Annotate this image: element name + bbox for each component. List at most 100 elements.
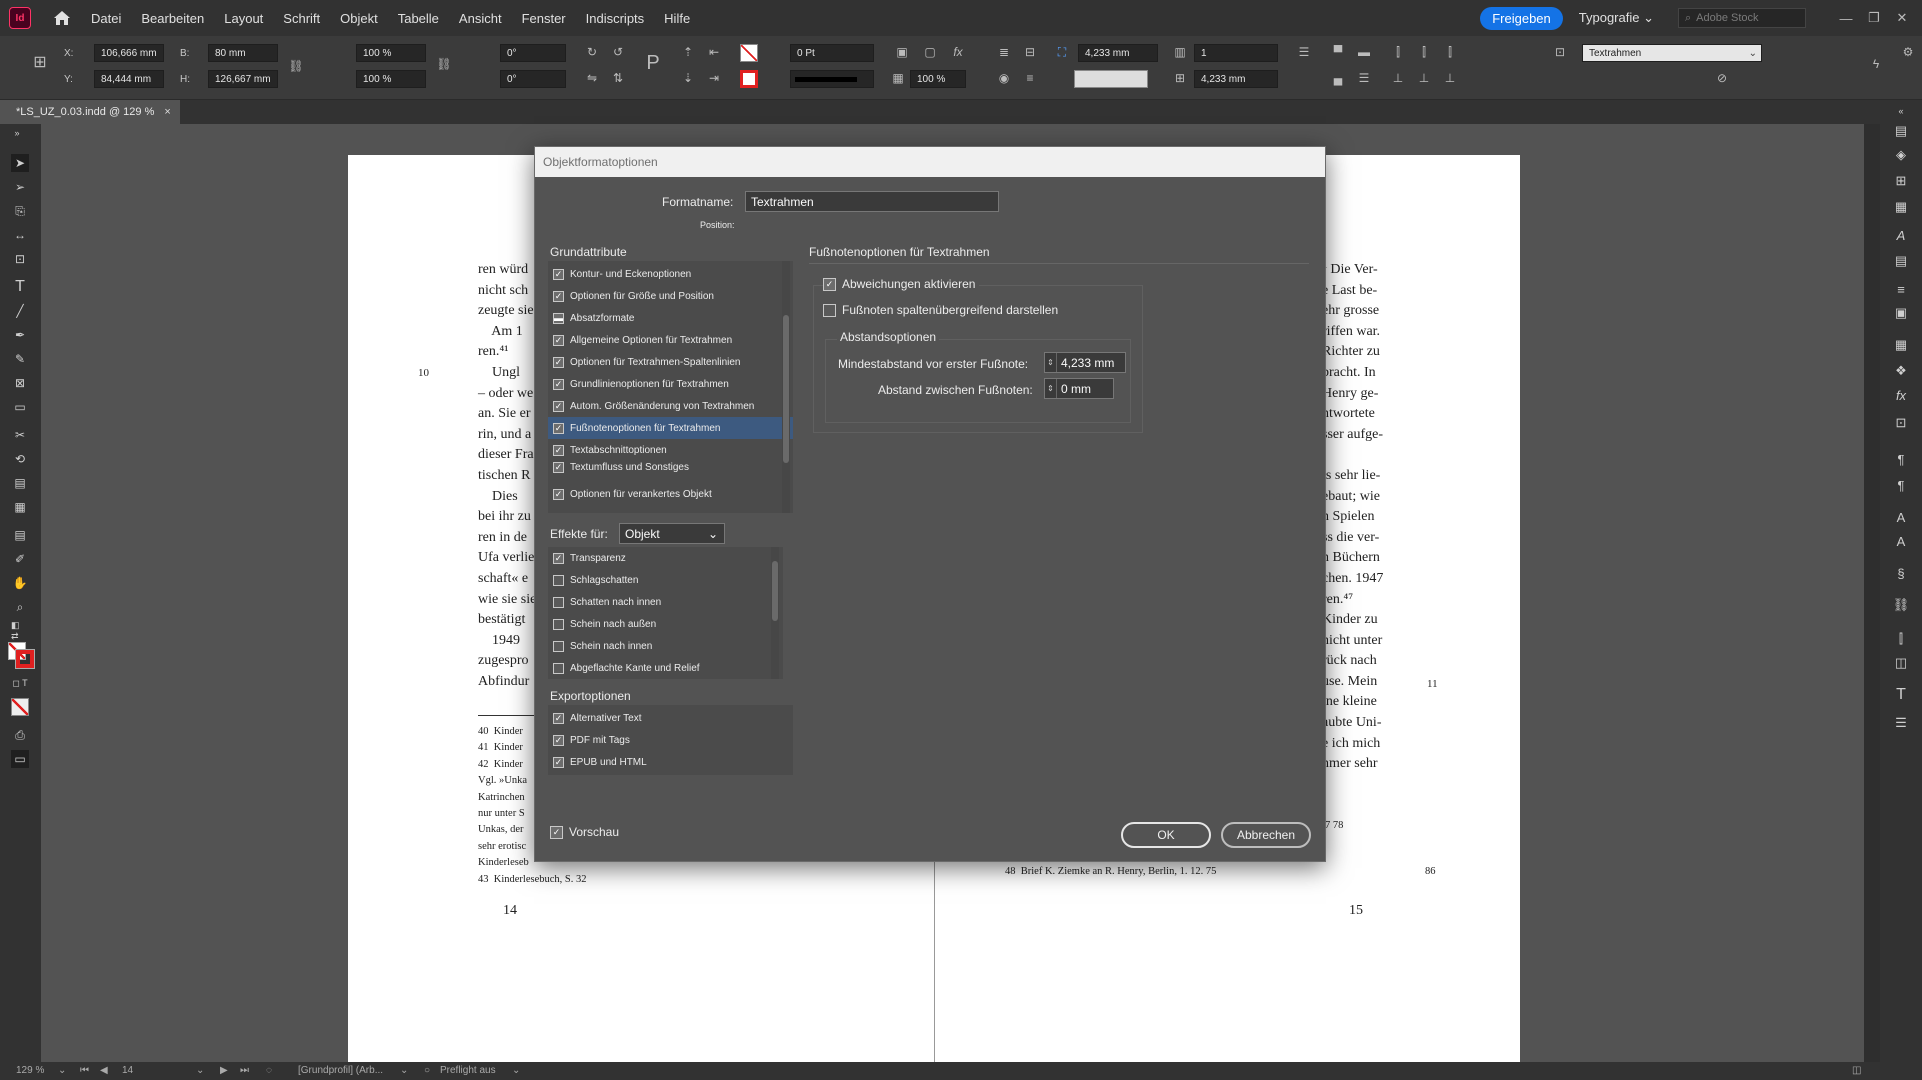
gap-tool-icon[interactable]: ↔: [11, 226, 29, 244]
note-tool-icon[interactable]: ▤: [11, 526, 29, 544]
list-item-epub-html[interactable]: ✓ EPUB und HTML: [548, 751, 793, 773]
eyedropper-tool-icon[interactable]: ✐: [11, 550, 29, 568]
min-space-field[interactable]: ⇕ 4,233 mm: [1044, 352, 1126, 373]
select-next-icon[interactable]: ⇥: [706, 70, 722, 86]
fill-stroke-swatch[interactable]: [8, 642, 35, 669]
pencil-tool-icon[interactable]: ✎: [11, 350, 29, 368]
lightning-icon[interactable]: ϟ: [1868, 56, 1884, 72]
select-content-icon[interactable]: ⇣: [680, 70, 696, 86]
next-page-icon[interactable]: ▶: [220, 1065, 228, 1076]
list-item-paragraph-styles[interactable]: ▬ Absatzformate: [548, 307, 793, 329]
zoom-tool-icon[interactable]: ⌕: [11, 598, 29, 616]
stroke-swatch[interactable]: [740, 70, 758, 88]
span-columns-checkbox[interactable]: [823, 303, 836, 317]
align-list-icon[interactable]: ☰: [1296, 44, 1312, 60]
basic-list-scrollbar[interactable]: [782, 261, 790, 513]
menu-bearbeiten[interactable]: Bearbeiten: [141, 11, 204, 26]
rectangle-tool-icon[interactable]: ▭: [11, 398, 29, 416]
scroll-thumb[interactable]: [783, 315, 789, 463]
height-field[interactable]: 126,667 mm: [208, 70, 278, 88]
formatting-container-icon[interactable]: ◻ T: [11, 674, 29, 692]
stroke-weight-panel-icon[interactable]: ≡: [1892, 280, 1910, 298]
share-button[interactable]: Freigeben: [1480, 6, 1563, 30]
align-middle-icon[interactable]: ▬: [1356, 44, 1372, 60]
panel-toggle-icon[interactable]: ◫: [1852, 1065, 1861, 1076]
clear-overrides-icon[interactable]: ⊘: [1714, 70, 1730, 86]
page-chevron-icon[interactable]: ⌄: [196, 1065, 204, 1076]
checkbox[interactable]: ✓: [553, 461, 564, 473]
view-mode-icon[interactable]: ▭: [11, 750, 29, 768]
menu-ansicht[interactable]: Ansicht: [459, 11, 502, 26]
cancel-button[interactable]: Abbrechen: [1221, 822, 1311, 848]
distribute-top-icon[interactable]: ⊥: [1390, 70, 1406, 86]
auto-size-icon[interactable]: ⛶: [1054, 44, 1070, 60]
width-field[interactable]: 80 mm: [208, 44, 278, 62]
scissors-tool-icon[interactable]: ✂: [11, 426, 29, 444]
checkbox[interactable]: ✓: [553, 356, 564, 368]
character-panel-icon[interactable]: A: [1892, 226, 1910, 244]
menu-objekt[interactable]: Objekt: [340, 11, 378, 26]
list-item-drop-shadow[interactable]: Schlagschatten: [548, 569, 783, 591]
frame-fitting-icon[interactable]: ▣: [894, 44, 910, 60]
menu-layout[interactable]: Layout: [224, 11, 263, 26]
selection-tool-icon[interactable]: ➤: [11, 154, 29, 172]
checkbox-mixed[interactable]: ▬: [553, 312, 564, 324]
menu-datei[interactable]: Datei: [91, 11, 121, 26]
align-justify-icon[interactable]: ☰: [1356, 70, 1372, 86]
list-item-alt-text[interactable]: ✓ Alternativer Text: [548, 707, 793, 729]
list-item-tagged-pdf[interactable]: ✓ PDF mit Tags: [548, 729, 793, 751]
list-item-inner-shadow[interactable]: Schatten nach innen: [548, 591, 783, 613]
menu-hilfe[interactable]: Hilfe: [664, 11, 690, 26]
preview-row[interactable]: ✓ Vorschau: [550, 825, 619, 839]
opacity-icon[interactable]: ▦: [890, 70, 906, 86]
profile-icon[interactable]: ◌: [266, 1065, 272, 1076]
effects-panel-icon[interactable]: fx: [1892, 386, 1910, 404]
page-number-field[interactable]: 14: [122, 1065, 133, 1076]
list-item-size-position[interactable]: ✓ Optionen für Größe und Position: [548, 285, 793, 307]
distribute-vcenter-icon[interactable]: ⊥: [1416, 70, 1432, 86]
line-tool-icon[interactable]: ╱: [11, 302, 29, 320]
list-item-anchored-object[interactable]: ✓ Optionen für verankertes Objekt: [548, 483, 793, 505]
checkbox[interactable]: [553, 640, 564, 652]
fill-swatch[interactable]: [740, 44, 758, 62]
hand-tool-icon[interactable]: ✋: [11, 574, 29, 592]
paragraph-panel-icon[interactable]: ¶: [1892, 450, 1910, 468]
stroke-panel-icon[interactable]: ▦: [1892, 198, 1910, 216]
zoom-chevron-icon[interactable]: ⌄: [58, 1065, 66, 1076]
scale-y-field[interactable]: 100 %: [356, 70, 426, 88]
checkbox[interactable]: ✓: [553, 378, 564, 390]
gradient-panel-icon[interactable]: ▣: [1892, 304, 1910, 322]
list-item-general-frame[interactable]: ✓ Allgemeine Optionen für Textrahmen: [548, 329, 793, 351]
close-icon[interactable]: ✕: [1888, 10, 1916, 26]
rotation-field[interactable]: 0°: [500, 44, 566, 62]
list-item-baseline[interactable]: ✓ Grundlinienoptionen für Textrahmen: [548, 373, 793, 395]
gear-icon[interactable]: ⚙: [1900, 44, 1916, 60]
checkbox[interactable]: ✓: [553, 268, 564, 280]
columns-field[interactable]: 1: [1194, 44, 1278, 62]
y-field[interactable]: 84,444 mm: [94, 70, 164, 88]
object-style-dropdown[interactable]: Textrahmen ⌄: [1582, 44, 1762, 62]
align-top-icon[interactable]: ▀: [1330, 44, 1346, 60]
scroll-thumb[interactable]: [772, 561, 778, 621]
link-scale-icon[interactable]: ⛓: [436, 56, 452, 72]
default-colors-icon[interactable]: ◧ ⇄: [11, 620, 29, 641]
script-panel-icon[interactable]: §: [1892, 564, 1910, 582]
checkbox[interactable]: ✓: [553, 552, 564, 564]
workspace-switcher[interactable]: Typografie ⌄: [1579, 10, 1654, 26]
menu-indiscripts[interactable]: Indiscripts: [586, 11, 645, 26]
effects-target-dropdown[interactable]: Objekt ⌄: [619, 523, 725, 544]
distribute-bottom-icon[interactable]: ⊥: [1442, 70, 1458, 86]
paragraph-styles-panel-icon[interactable]: ▤: [1892, 252, 1910, 270]
align-bottom-icon[interactable]: ▄: [1330, 70, 1346, 86]
last-page-icon[interactable]: ⏭: [240, 1065, 249, 1076]
vertical-scrollbar[interactable]: [1864, 124, 1880, 1067]
close-tab-icon[interactable]: ×: [164, 106, 170, 118]
text-wrap-icon[interactable]: ≣: [996, 44, 1012, 60]
restore-icon[interactable]: ❐: [1860, 10, 1888, 26]
select-container-icon[interactable]: ⇡: [680, 44, 696, 60]
x-field[interactable]: 106,666 mm: [94, 44, 164, 62]
screen-mode-icon[interactable]: ⎙: [11, 726, 29, 744]
list-item-story-options[interactable]: ✓ Textabschnittoptionen: [548, 439, 793, 461]
center-content-icon[interactable]: ▢: [922, 44, 938, 60]
rectangle-frame-tool-icon[interactable]: ⊠: [11, 374, 29, 392]
